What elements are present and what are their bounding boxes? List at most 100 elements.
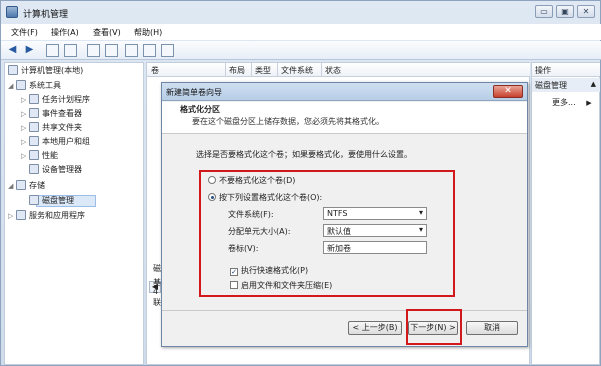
disk-label-fragment: 4 xyxy=(153,287,159,296)
open-folder-icon[interactable] xyxy=(143,44,156,57)
tree-item-shared-folders[interactable]: ▷ 共享文件夹 xyxy=(21,122,82,133)
dialog-subtitle: 要在这个磁盘分区上储存数据，您必须先将其格式化。 xyxy=(192,117,384,126)
minimize-button[interactable]: ▭ xyxy=(535,5,553,18)
tree-item-device-manager[interactable]: 设备管理器 xyxy=(29,164,82,175)
services-icon xyxy=(16,210,26,220)
tree-item-label: 本地用户和组 xyxy=(42,137,90,146)
tree-root[interactable]: 计算机管理(本地) xyxy=(8,65,83,76)
allocation-unit-select[interactable]: 默认值 ▾ xyxy=(323,224,427,237)
expand-icon[interactable]: ▷ xyxy=(21,96,29,104)
quick-format-checkbox[interactable]: ✓ 执行快速格式化(P) xyxy=(230,265,308,276)
title-bar[interactable]: 计算机管理 ▭ ▣ ✕ xyxy=(1,1,601,23)
storage-icon xyxy=(16,180,26,190)
expand-icon[interactable]: ▷ xyxy=(21,124,29,132)
cancel-button[interactable]: 取消 xyxy=(466,321,518,335)
radio-label: 按下列设置格式化这个卷(O): xyxy=(219,193,323,202)
maximize-button[interactable]: ▣ xyxy=(556,5,574,18)
forward-arrow-icon[interactable]: ▶ xyxy=(23,44,36,57)
back-button[interactable]: < 上一步(B) xyxy=(348,321,402,335)
menu-file[interactable]: 文件(F) xyxy=(11,27,38,38)
filesystem-value: NTFS xyxy=(327,209,348,218)
checkbox-label: 启用文件和文件夹压缩(E) xyxy=(241,281,333,290)
column-divider[interactable] xyxy=(321,63,322,77)
menu-view[interactable]: 查看(V) xyxy=(93,27,121,38)
window-title: 计算机管理 xyxy=(23,10,69,20)
toolbar: ◀ ▶ xyxy=(1,41,601,60)
back-arrow-icon[interactable]: ◀ xyxy=(6,44,19,57)
help-icon[interactable] xyxy=(87,44,100,57)
radio-format[interactable]: 按下列设置格式化这个卷(O): xyxy=(208,192,322,203)
collapse-icon[interactable]: ◢ xyxy=(8,182,16,190)
actions-section-disk-management[interactable]: 磁盘管理 ▲ xyxy=(532,78,600,92)
tree-item-label: 系统工具 xyxy=(29,81,61,90)
show-tree-icon[interactable] xyxy=(64,44,77,57)
clock-icon xyxy=(29,94,39,104)
filesystem-select[interactable]: NTFS ▾ xyxy=(323,207,427,220)
radio-no-format[interactable]: 不要格式化这个卷(D) xyxy=(208,175,295,186)
volume-label-label: 卷标(V): xyxy=(228,244,259,253)
actions-section-label: 磁盘管理 xyxy=(535,81,567,90)
expand-icon[interactable]: ▷ xyxy=(8,212,16,220)
up-folder-icon[interactable] xyxy=(46,44,59,57)
menu-help[interactable]: 帮助(H) xyxy=(134,27,162,38)
actions-header: 操作 xyxy=(532,63,600,77)
dropdown-arrow-icon: ▾ xyxy=(418,208,423,217)
tree-item-storage[interactable]: ◢ 存储 xyxy=(8,180,45,191)
dialog-title-bar[interactable]: 新建简单卷向导 ✕ xyxy=(162,83,527,101)
tree-item-performance[interactable]: ▷ 性能 xyxy=(21,150,58,161)
compression-checkbox[interactable]: 启用文件和文件夹压缩(E) xyxy=(230,280,332,291)
column-layout[interactable]: 布局 xyxy=(229,65,245,76)
menu-action[interactable]: 操作(A) xyxy=(51,27,79,38)
tree-item-disk-management[interactable]: 磁盘管理 xyxy=(29,195,74,206)
dialog-close-button[interactable]: ✕ xyxy=(493,85,523,98)
checkbox-checked[interactable]: ✓ xyxy=(230,268,238,276)
tree-item-label: 服务和应用程序 xyxy=(29,211,85,220)
tree-item-label: 事件查看器 xyxy=(42,109,82,118)
volume-list-header: 卷 布局 类型 文件系统 状态 xyxy=(147,63,530,77)
performance-icon xyxy=(29,150,39,160)
actions-pane: 操作 磁盘管理 ▲ 更多... ▶ xyxy=(531,62,600,365)
tree-item-label: 设备管理器 xyxy=(42,165,82,174)
properties-icon[interactable] xyxy=(125,44,138,57)
checkbox-unchecked[interactable] xyxy=(230,281,238,289)
column-divider[interactable] xyxy=(251,63,252,77)
tree-item-task-scheduler[interactable]: ▷ 任务计划程序 xyxy=(21,94,90,105)
collapse-section-icon[interactable]: ▲ xyxy=(591,80,596,88)
expand-icon[interactable]: ▷ xyxy=(21,152,29,160)
tree-item-local-users[interactable]: ▷ 本地用户和组 xyxy=(21,136,90,147)
column-filesystem[interactable]: 文件系统 xyxy=(281,65,313,76)
computer-icon xyxy=(8,65,18,75)
main-window: 计算机管理 ▭ ▣ ✕ 文件(F) 操作(A) 查看(V) 帮助(H) ◀ ▶ … xyxy=(0,0,601,366)
disk-label-fragment: 联 xyxy=(153,298,161,307)
collapse-icon[interactable]: ◢ xyxy=(8,82,16,90)
menu-bar: 文件(F) 操作(A) 查看(V) 帮助(H) xyxy=(1,24,601,40)
column-volume[interactable]: 卷 xyxy=(151,65,159,76)
tree-item-label: 性能 xyxy=(42,151,58,160)
column-divider[interactable] xyxy=(277,63,278,77)
tree-item-services-apps[interactable]: ▷ 服务和应用程序 xyxy=(8,210,85,221)
checkbox-label: 执行快速格式化(P) xyxy=(241,266,309,275)
device-manager-icon xyxy=(29,164,39,174)
column-type[interactable]: 类型 xyxy=(255,65,271,76)
tree-item-label: 存储 xyxy=(29,181,45,190)
more-actions-label: 更多... xyxy=(552,98,576,107)
volume-label-input[interactable]: 新加卷 xyxy=(323,241,427,254)
dropdown-arrow-icon: ▾ xyxy=(418,225,423,234)
radio-button-selected[interactable] xyxy=(208,193,216,201)
tree-item-event-viewer[interactable]: ▷ 事件查看器 xyxy=(21,108,82,119)
dialog-header: 格式化分区 要在这个磁盘分区上储存数据，您必须先将其格式化。 xyxy=(162,102,527,134)
disk-icon xyxy=(29,195,39,205)
dialog-separator xyxy=(162,310,527,311)
details-view-icon[interactable] xyxy=(105,44,118,57)
navigation-tree: 计算机管理(本地) ◢ 系统工具 ▷ 任务计划程序 ▷ 事件查看器 ▷ 共享文件夹 ▷ 本… xyxy=(4,62,144,365)
column-divider[interactable] xyxy=(225,63,226,77)
close-window-button[interactable]: ✕ xyxy=(577,5,595,18)
radio-button[interactable] xyxy=(208,176,216,184)
tree-item-system-tools[interactable]: ◢ 系统工具 xyxy=(8,80,61,91)
expand-icon[interactable]: ▷ xyxy=(21,110,29,118)
expand-icon[interactable]: ▷ xyxy=(21,138,29,146)
column-status[interactable]: 状态 xyxy=(325,65,341,76)
more-actions-link[interactable]: 更多... ▶ xyxy=(552,97,592,108)
settings-icon[interactable] xyxy=(161,44,174,57)
radio-label: 不要格式化这个卷(D) xyxy=(219,176,296,185)
